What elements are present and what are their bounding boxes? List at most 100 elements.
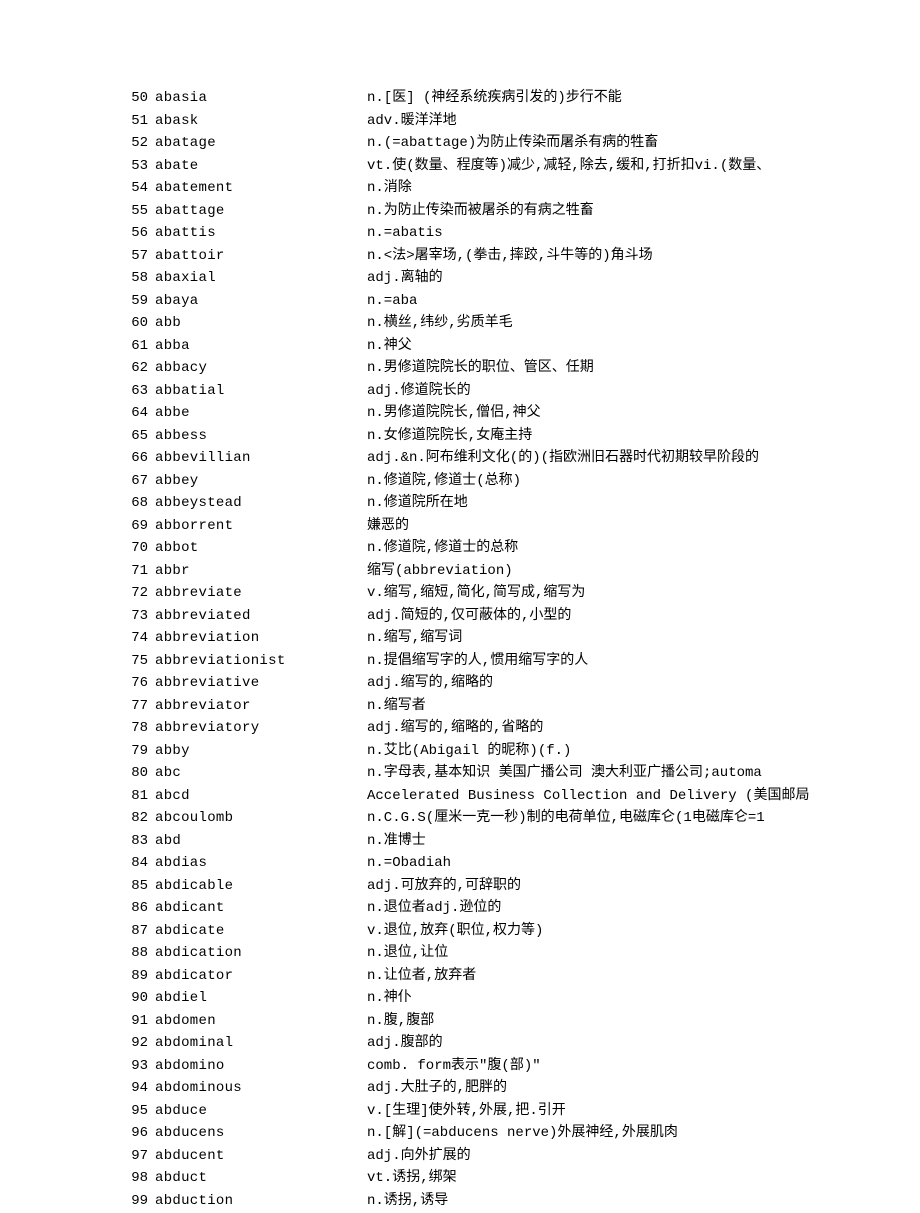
entry-definition: 缩写(abbreviation) (367, 561, 920, 582)
entry-definition: adj.&n.阿布维利文化(的)(指欧洲旧石器时代初期较早阶段的 (367, 448, 920, 469)
entry-definition: 嫌恶的 (367, 516, 920, 537)
entry-number: 57 (120, 246, 148, 267)
entry-word: abbatial (148, 381, 367, 402)
dictionary-row: 93abdomino comb. form表示"腹(部)" (120, 1056, 920, 1077)
entry-definition: n.修道院所在地 (367, 493, 920, 514)
dictionary-row: 91abdomenn.腹,腹部 (120, 1011, 920, 1032)
entry-number: 93 (120, 1056, 148, 1077)
entry-number: 60 (120, 313, 148, 334)
entry-number: 67 (120, 471, 148, 492)
entry-definition: adj.修道院长的 (367, 381, 920, 402)
dictionary-row: 52abatagen.(=abattage)为防止传染而屠杀有病的牲畜 (120, 133, 920, 154)
entry-word: abbreviator (148, 696, 367, 717)
entry-definition: n.腹,腹部 (367, 1011, 920, 1032)
entry-number: 98 (120, 1168, 148, 1189)
entry-number: 66 (120, 448, 148, 469)
entry-definition: n.[解](=abducens nerve)外展神经,外展肌肉 (367, 1123, 920, 1144)
entry-word: abby (148, 741, 367, 762)
dictionary-row: 96abducensn.[解](=abducens nerve)外展神经,外展肌… (120, 1123, 920, 1144)
entry-number: 94 (120, 1078, 148, 1099)
dictionary-row: 97abducentadj.向外扩展的 (120, 1146, 920, 1167)
dictionary-row: 73abbreviatedadj.简短的,仅可蔽体的,小型的 (120, 606, 920, 627)
entry-number: 76 (120, 673, 148, 694)
dictionary-row: 63abbatialadj.修道院长的 (120, 381, 920, 402)
dictionary-row: 94abdominousadj.大肚子的,肥胖的 (120, 1078, 920, 1099)
entry-definition: n.缩写,缩写词 (367, 628, 920, 649)
entry-definition: n.退位,让位 (367, 943, 920, 964)
entry-number: 62 (120, 358, 148, 379)
entry-definition: n.[医] (神经系统疾病引发的)步行不能 (367, 88, 920, 109)
entry-definition: n.诱拐,诱导 (367, 1191, 920, 1212)
dictionary-row: 66abbevillianadj.&n.阿布维利文化(的)(指欧洲旧石器时代初期… (120, 448, 920, 469)
dictionary-row: 89abdicatorn.让位者,放弃者 (120, 966, 920, 987)
dictionary-row: 98abductvt.诱拐,绑架 (120, 1168, 920, 1189)
entry-definition: adj.大肚子的,肥胖的 (367, 1078, 920, 1099)
entry-word: abbess (148, 426, 367, 447)
entry-definition: n.修道院,修道士(总称) (367, 471, 920, 492)
entry-definition: n.女修道院院长,女庵主持 (367, 426, 920, 447)
entry-number: 55 (120, 201, 148, 222)
entry-number: 92 (120, 1033, 148, 1054)
entry-word: abdomen (148, 1011, 367, 1032)
entry-definition: n.让位者,放弃者 (367, 966, 920, 987)
entry-definition: n.=aba (367, 291, 920, 312)
dictionary-list: 50abasian.[医] (神经系统疾病引发的)步行不能51abaskadv.… (120, 88, 920, 1212)
entry-word: abb (148, 313, 367, 334)
dictionary-row: 87abdicatev.退位,放弃(职位,权力等) (120, 921, 920, 942)
entry-definition: n.<法>屠宰场,(拳击,摔跤,斗牛等的)角斗场 (367, 246, 920, 267)
dictionary-row: 67abbeyn.修道院,修道士(总称) (120, 471, 920, 492)
dictionary-row: 90abdieln.神仆 (120, 988, 920, 1009)
entry-word: abcoulomb (148, 808, 367, 829)
entry-number: 50 (120, 88, 148, 109)
entry-definition: n.艾比(Abigail 的昵称)(f.) (367, 741, 920, 762)
entry-definition: n.男修道院院长的职位、管区、任期 (367, 358, 920, 379)
entry-word: abdication (148, 943, 367, 964)
entry-number: 58 (120, 268, 148, 289)
entry-definition: n.男修道院院长,僧侣,神父 (367, 403, 920, 424)
entry-word: abdicator (148, 966, 367, 987)
entry-number: 73 (120, 606, 148, 627)
entry-number: 84 (120, 853, 148, 874)
entry-number: 69 (120, 516, 148, 537)
entry-definition: adv.暖洋洋地 (367, 111, 920, 132)
entry-number: 81 (120, 786, 148, 807)
entry-definition: v.退位,放弃(职位,权力等) (367, 921, 920, 942)
dictionary-row: 95abducev.[生理]使外转,外展,把.引开 (120, 1101, 920, 1122)
entry-number: 61 (120, 336, 148, 357)
dictionary-row: 60abbn.横丝,纬纱,劣质羊毛 (120, 313, 920, 334)
dictionary-row: 55abattagen.为防止传染而被屠杀的有病之牲畜 (120, 201, 920, 222)
entry-word: abbeystead (148, 493, 367, 514)
entry-word: abducens (148, 1123, 367, 1144)
entry-number: 59 (120, 291, 148, 312)
entry-word: abduction (148, 1191, 367, 1212)
dictionary-row: 71abbr缩写(abbreviation) (120, 561, 920, 582)
entry-definition: n.(=abattage)为防止传染而屠杀有病的牲畜 (367, 133, 920, 154)
entry-number: 64 (120, 403, 148, 424)
dictionary-row: 62abbacyn.男修道院院长的职位、管区、任期 (120, 358, 920, 379)
entry-definition: adj.腹部的 (367, 1033, 920, 1054)
entry-definition: n.为防止传染而被屠杀的有病之牲畜 (367, 201, 920, 222)
entry-definition: n.C.G.S(厘米一克一秒)制的电荷单位,电磁库仑(1电磁库仑=1 (367, 808, 920, 829)
entry-definition: n.=Obadiah (367, 853, 920, 874)
entry-number: 96 (120, 1123, 148, 1144)
entry-number: 83 (120, 831, 148, 852)
entry-number: 53 (120, 156, 148, 177)
dictionary-row: 56abattisn.=abatis (120, 223, 920, 244)
dictionary-row: 75abbreviationistn.提倡缩写字的人,惯用缩写字的人 (120, 651, 920, 672)
entry-word: abba (148, 336, 367, 357)
entry-number: 89 (120, 966, 148, 987)
entry-number: 79 (120, 741, 148, 762)
dictionary-row: 81abcdAccelerated Business Collection an… (120, 786, 920, 807)
dictionary-row: 64abben.男修道院院长,僧侣,神父 (120, 403, 920, 424)
dictionary-row: 99abductionn.诱拐,诱导 (120, 1191, 920, 1212)
dictionary-row: 83abdn.准博士 (120, 831, 920, 852)
entry-number: 77 (120, 696, 148, 717)
entry-definition: adj.向外扩展的 (367, 1146, 920, 1167)
entry-definition: n.神仆 (367, 988, 920, 1009)
entry-number: 82 (120, 808, 148, 829)
entry-definition: adj.简短的,仅可蔽体的,小型的 (367, 606, 920, 627)
entry-word: abbacy (148, 358, 367, 379)
entry-number: 86 (120, 898, 148, 919)
entry-definition: adj.缩写的,缩略的 (367, 673, 920, 694)
dictionary-row: 92abdominaladj.腹部的 (120, 1033, 920, 1054)
